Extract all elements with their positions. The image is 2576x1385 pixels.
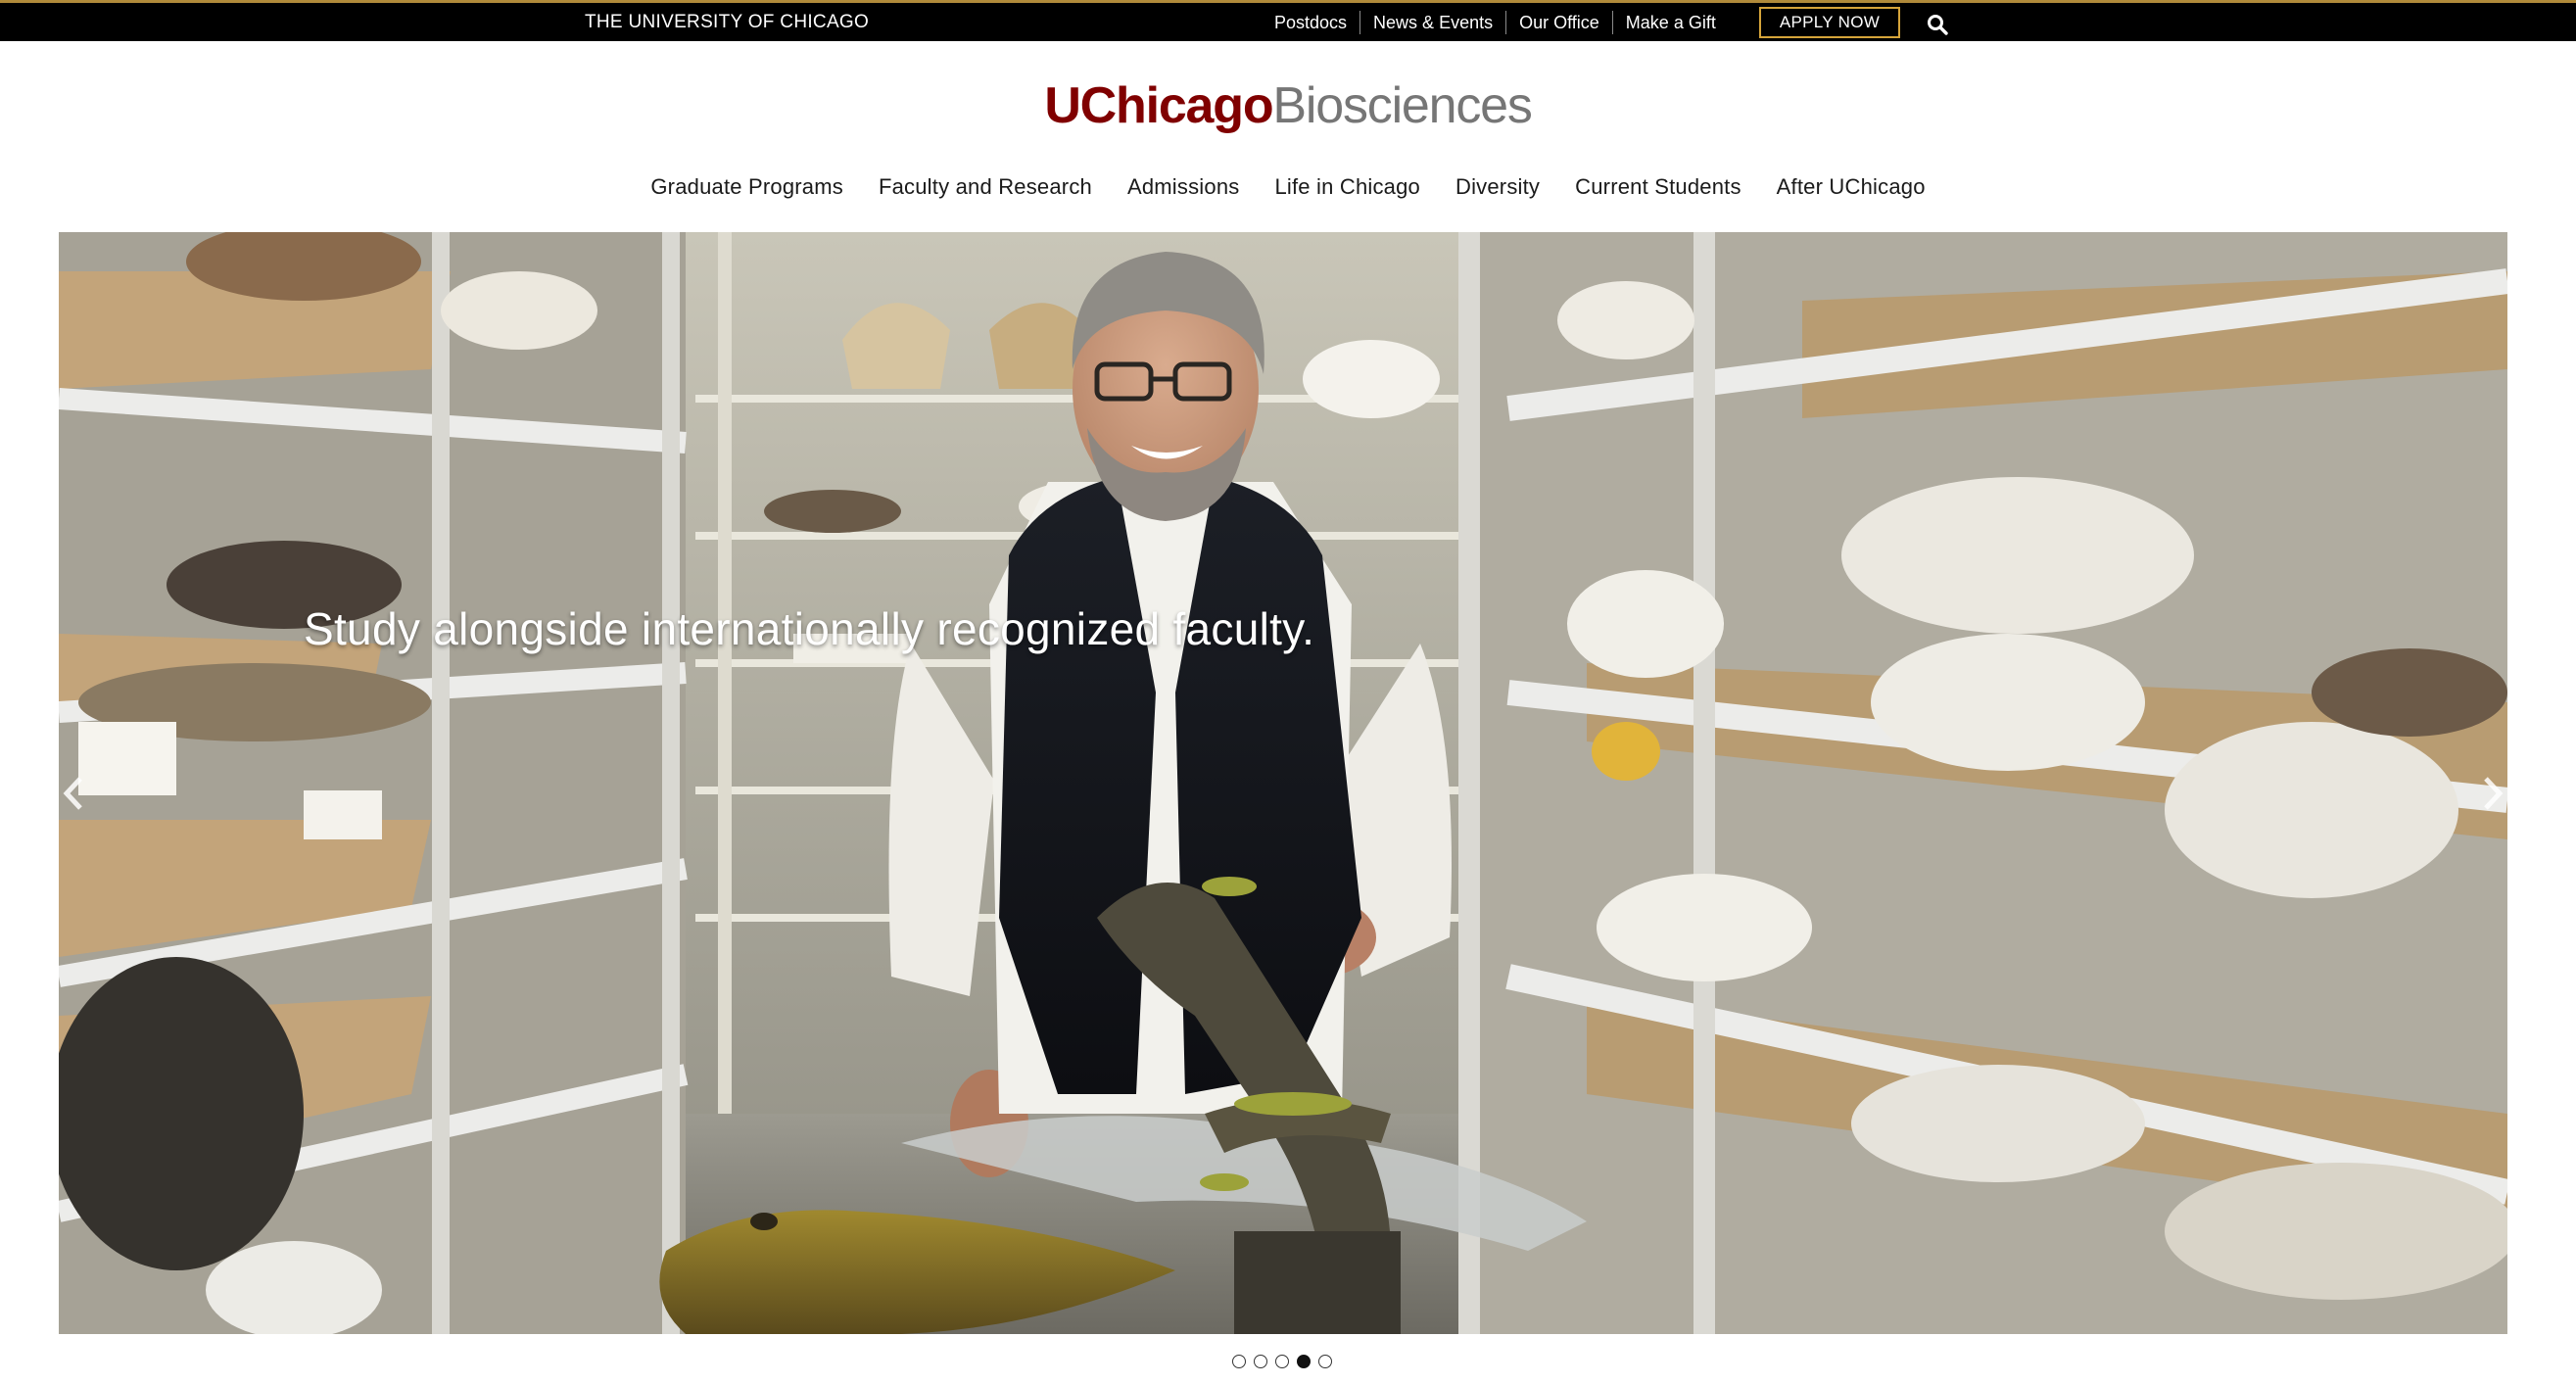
apply-now-button[interactable]: APPLY NOW — [1759, 7, 1900, 38]
carousel-dots — [1232, 1355, 1332, 1368]
utility-link-news-events[interactable]: News & Events — [1360, 11, 1505, 34]
nav-faculty-and-research[interactable]: Faculty and Research — [861, 174, 1110, 200]
nav-after-uchicago[interactable]: After UChicago — [1759, 174, 1943, 200]
chevron-left-icon[interactable] — [59, 769, 88, 818]
utility-bar: THE UNIVERSITY OF CHICAGO Postdocs News … — [0, 0, 2576, 41]
nav-diversity[interactable]: Diversity — [1438, 174, 1557, 200]
carousel-dot[interactable] — [1318, 1355, 1332, 1368]
chevron-right-icon[interactable] — [2478, 769, 2507, 818]
utility-link-our-office[interactable]: Our Office — [1505, 11, 1612, 34]
utility-link-make-a-gift[interactable]: Make a Gift — [1611, 11, 1729, 34]
hero-caption: Study alongside internationally recogniz… — [304, 603, 1315, 654]
nav-current-students[interactable]: Current Students — [1557, 174, 1759, 200]
carousel-dot-active[interactable] — [1297, 1355, 1311, 1368]
hero-slideshow[interactable]: Study alongside internationally recogniz… — [59, 232, 2507, 1334]
logo-uchicago: UChicago — [1044, 77, 1273, 134]
main-nav: Graduate Programs Faculty and Research A… — [0, 174, 2576, 200]
utility-links: Postdocs News & Events Our Office Make a… — [1269, 11, 1729, 34]
university-name[interactable]: THE UNIVERSITY OF CHICAGO — [585, 12, 869, 33]
site-logo[interactable]: UChicagoBiosciences — [0, 76, 2576, 135]
utility-link-postdocs[interactable]: Postdocs — [1269, 11, 1360, 34]
carousel-dot[interactable] — [1232, 1355, 1246, 1368]
search-icon[interactable] — [1926, 13, 1949, 36]
hero-photo — [59, 232, 2507, 1334]
logo-biosciences: Biosciences — [1272, 77, 1532, 134]
nav-admissions[interactable]: Admissions — [1110, 174, 1257, 200]
nav-graduate-programs[interactable]: Graduate Programs — [633, 174, 861, 200]
carousel-dot[interactable] — [1275, 1355, 1289, 1368]
nav-life-in-chicago[interactable]: Life in Chicago — [1257, 174, 1438, 200]
carousel-dot[interactable] — [1254, 1355, 1267, 1368]
